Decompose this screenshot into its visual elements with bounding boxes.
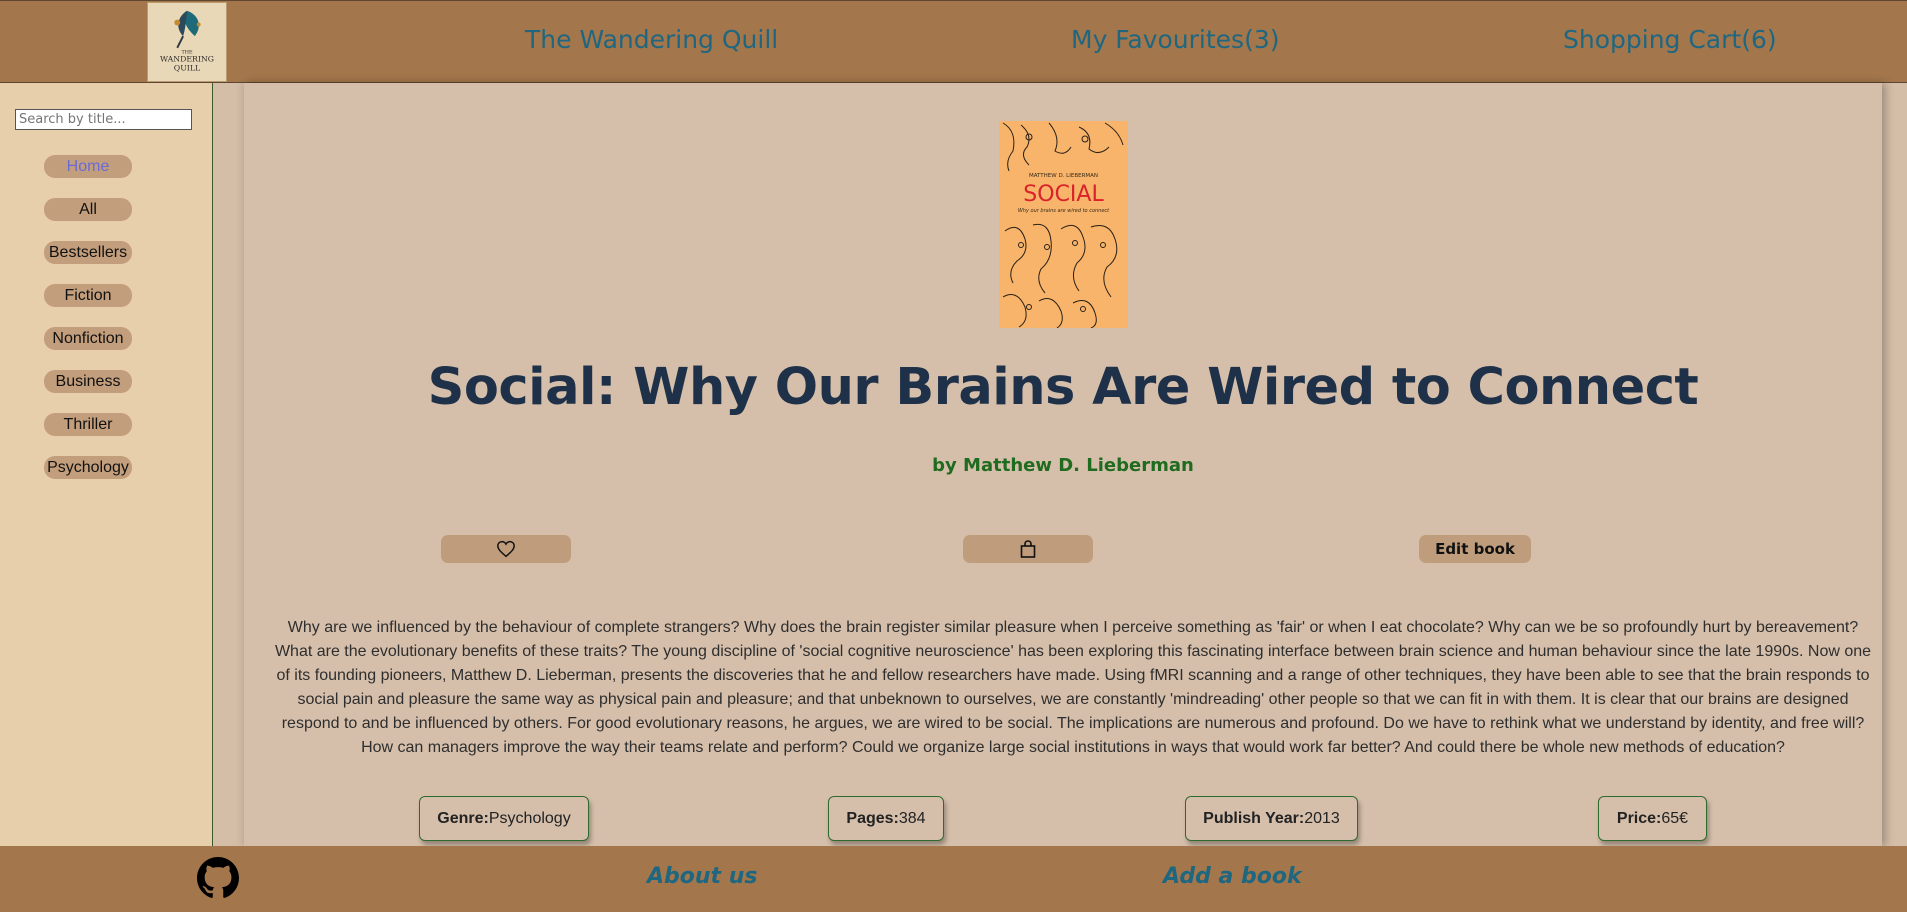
site-title-link[interactable]: The Wandering Quill	[525, 25, 778, 54]
svg-text:WANDERING: WANDERING	[160, 55, 214, 64]
svg-text:QUILL: QUILL	[174, 63, 200, 72]
publish-year-label: Publish Year:	[1203, 809, 1305, 827]
sidebar: Home All Bestsellers Fiction Nonfiction …	[0, 83, 213, 846]
category-all[interactable]: All	[44, 198, 132, 221]
book-title: Social: Why Our Brains Are Wired to Conn…	[427, 358, 1699, 417]
category-business[interactable]: Business	[44, 370, 132, 393]
category-bestsellers[interactable]: Bestsellers	[44, 241, 132, 264]
header: THE WANDERING QUILL The Wandering Quill …	[0, 0, 1907, 83]
heart-icon	[497, 540, 515, 558]
svg-text:MATTHEW D. LIEBERMAN: MATTHEW D. LIEBERMAN	[1029, 173, 1098, 179]
genre-info: Genre: Psychology	[419, 796, 589, 841]
book-detail: MATTHEW D. LIEBERMAN SOCIAL Why our brai…	[244, 83, 1882, 846]
genre-value: Psychology	[488, 809, 571, 827]
shopping-cart-link[interactable]: Shopping Cart(6)	[1563, 25, 1777, 54]
footer: About us Add a book	[0, 846, 1907, 912]
book-cover-image: MATTHEW D. LIEBERMAN SOCIAL Why our brai…	[999, 121, 1128, 328]
search-input[interactable]	[15, 109, 192, 130]
quill-logo-icon: THE WANDERING QUILL	[148, 3, 226, 81]
add-book-link[interactable]: Add a book	[1163, 864, 1302, 889]
add-to-cart-button[interactable]	[963, 535, 1093, 563]
svg-text:Why our brains are wired to co: Why our brains are wired to connect	[1018, 208, 1110, 214]
svg-text:SOCIAL: SOCIAL	[1023, 182, 1104, 207]
publish-year-value: 2013	[1304, 809, 1340, 827]
genre-label: Genre:	[437, 809, 489, 827]
edit-book-button[interactable]: Edit book	[1419, 535, 1531, 563]
publish-year-info: Publish Year: 2013	[1185, 796, 1358, 841]
shopping-bag-icon	[1020, 540, 1036, 558]
book-cover: MATTHEW D. LIEBERMAN SOCIAL Why our brai…	[999, 121, 1128, 328]
category-thriller[interactable]: Thriller	[44, 413, 132, 436]
category-home[interactable]: Home	[44, 155, 132, 178]
about-us-link[interactable]: About us	[647, 864, 757, 889]
category-fiction[interactable]: Fiction	[44, 284, 132, 307]
site-logo[interactable]: THE WANDERING QUILL	[147, 2, 227, 82]
book-description: Why are we influenced by the behaviour o…	[274, 619, 1872, 756]
price-label: Price:	[1616, 809, 1662, 827]
category-psychology[interactable]: Psychology	[44, 456, 132, 479]
book-author: by Matthew D. Lieberman	[932, 455, 1194, 476]
pages-info: Pages: 384	[828, 796, 944, 841]
category-nonfiction[interactable]: Nonfiction	[44, 327, 132, 350]
github-icon[interactable]	[197, 857, 239, 899]
pages-value: 384	[898, 809, 926, 827]
add-to-favourites-button[interactable]	[441, 535, 571, 563]
pages-label: Pages:	[846, 809, 899, 827]
price-info: Price: 65€	[1598, 796, 1707, 841]
favourites-link[interactable]: My Favourites(3)	[1071, 25, 1280, 54]
price-value: 65€	[1661, 809, 1689, 827]
